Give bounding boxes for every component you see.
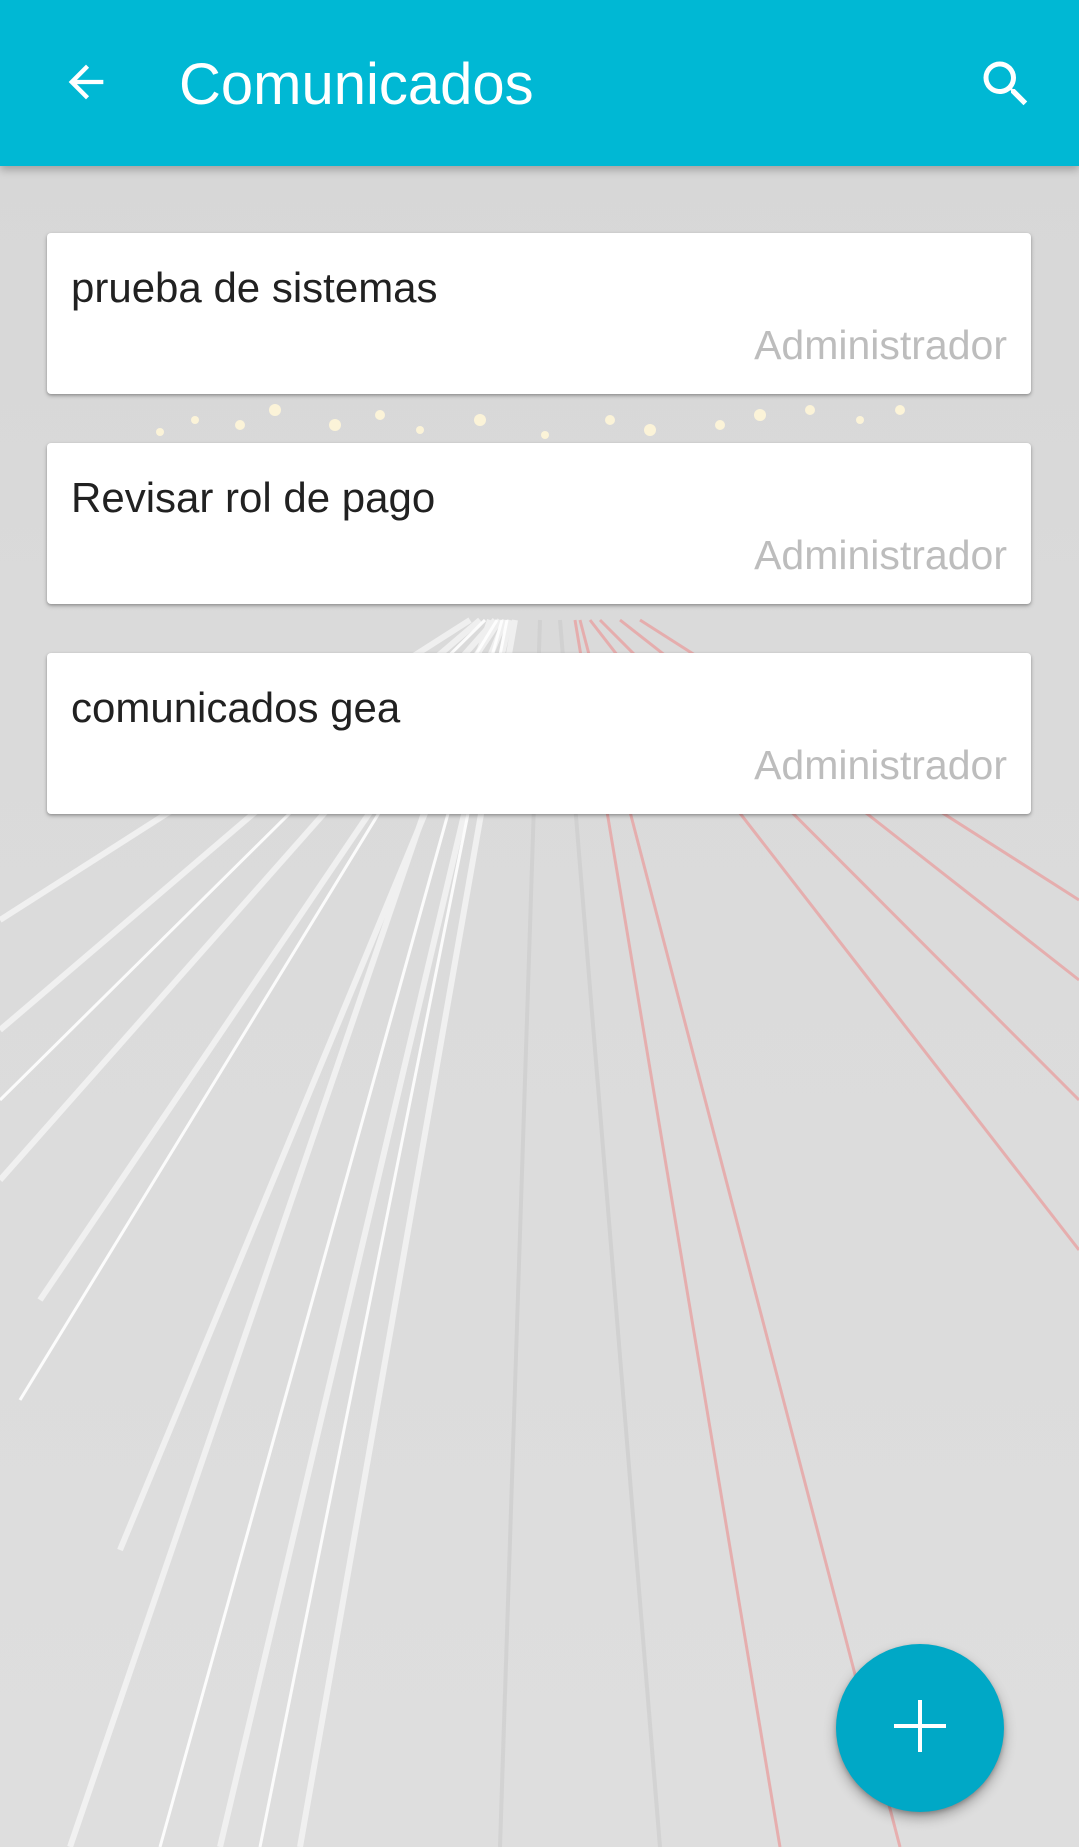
- announcement-title: Revisar rol de pago: [71, 474, 436, 521]
- announcement-title: prueba de sistemas: [71, 264, 438, 311]
- announcement-author: Administrador: [754, 742, 1007, 788]
- page-title: Comunicados: [179, 52, 534, 117]
- back-button[interactable]: [48, 46, 124, 122]
- add-announcement-button[interactable]: [836, 1644, 1004, 1812]
- announcement-author: Administrador: [754, 532, 1007, 578]
- search-icon: [976, 54, 1036, 119]
- search-button[interactable]: [966, 46, 1046, 126]
- announcement-card[interactable]: prueba de sistemas Administrador: [47, 233, 1031, 394]
- arrow-left-icon: [60, 56, 112, 113]
- app-bar: Comunicados: [0, 0, 1079, 166]
- announcement-card[interactable]: Revisar rol de pago Administrador: [47, 443, 1031, 604]
- announcement-card[interactable]: comunicados gea Administrador: [47, 653, 1031, 814]
- announcement-title: comunicados gea: [71, 684, 401, 731]
- announcement-list: prueba de sistemas Administrador Revisar…: [47, 233, 1031, 863]
- announcement-author: Administrador: [754, 322, 1007, 368]
- plus-icon: [890, 1696, 950, 1761]
